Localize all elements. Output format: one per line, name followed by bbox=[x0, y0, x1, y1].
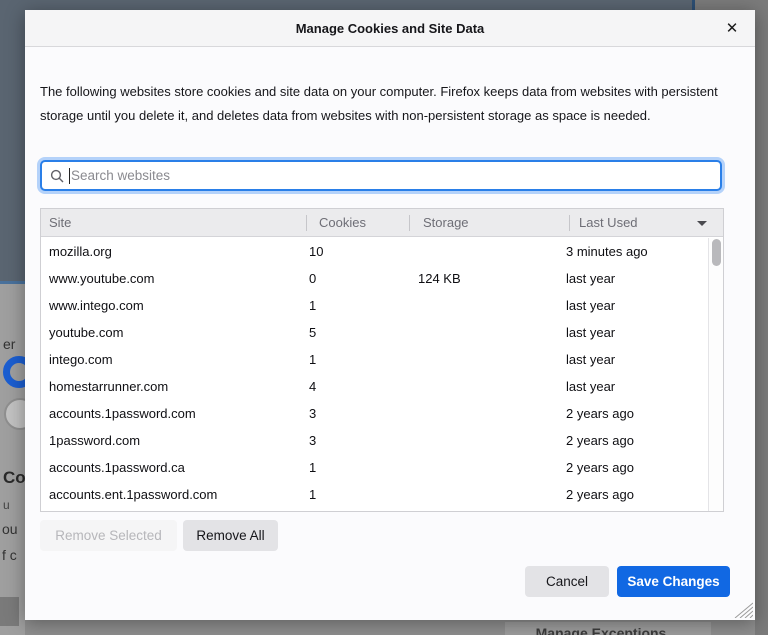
background-text-fragment: u bbox=[3, 498, 10, 512]
cell-site: www.intego.com bbox=[49, 298, 144, 313]
table-row[interactable]: accounts.ent.1password.com 1 2 years ago bbox=[41, 481, 708, 508]
column-header-storage[interactable]: Storage bbox=[423, 215, 469, 230]
site-data-table: Site Cookies Storage Last Used mozilla.o… bbox=[40, 208, 724, 512]
table-row[interactable]: youtube.com 5 last year bbox=[41, 319, 708, 346]
scrollbar-thumb[interactable] bbox=[712, 239, 721, 266]
cell-last-used: last year bbox=[566, 352, 615, 367]
cell-site: www.youtube.com bbox=[49, 271, 155, 286]
background-top-strip-right bbox=[695, 0, 768, 10]
close-icon[interactable]: ✕ bbox=[721, 18, 743, 40]
table-row[interactable]: 1password.com 3 2 years ago bbox=[41, 427, 708, 454]
cell-site: intego.com bbox=[49, 352, 113, 367]
remove-all-button[interactable]: Remove All bbox=[183, 520, 278, 551]
cell-site: mozilla.org bbox=[49, 244, 112, 259]
background-button-fragment bbox=[0, 597, 19, 626]
cell-cookies: 1 bbox=[309, 352, 316, 367]
cell-last-used: 2 years ago bbox=[566, 406, 634, 421]
table-row[interactable]: homestarrunner.com 4 last year bbox=[41, 373, 708, 400]
table-body: mozilla.org 10 3 minutes ago www.youtube… bbox=[41, 238, 708, 511]
cell-cookies: 0 bbox=[309, 271, 316, 286]
dialog-description: The following websites store cookies and… bbox=[40, 80, 748, 128]
cell-cookies: 5 bbox=[309, 325, 316, 340]
background-text-fragment: er bbox=[3, 336, 15, 352]
resize-grip-icon[interactable] bbox=[731, 600, 753, 618]
cell-site: accounts.1password.com bbox=[49, 406, 196, 421]
cell-cookies: 1 bbox=[309, 460, 316, 475]
background-text-fragment: f c bbox=[2, 547, 17, 563]
background-sidebar-fragment bbox=[0, 10, 25, 281]
cell-last-used: last year bbox=[566, 379, 615, 394]
background-toggle-fragment bbox=[4, 398, 25, 430]
column-header-cookies[interactable]: Cookies bbox=[319, 215, 366, 230]
table-row[interactable]: intego.com 1 last year bbox=[41, 346, 708, 373]
background-logo-ring-fragment bbox=[3, 356, 25, 388]
remove-selected-button[interactable]: Remove Selected bbox=[40, 520, 177, 551]
cell-site: accounts.ent.1password.com bbox=[49, 487, 217, 502]
cell-cookies: 1 bbox=[309, 298, 316, 313]
manage-exceptions-button-fragment: Manage Exceptions… bbox=[505, 622, 711, 635]
table-scrollbar[interactable] bbox=[708, 238, 723, 511]
text-caret bbox=[69, 168, 70, 184]
cell-last-used: 3 minutes ago bbox=[566, 244, 648, 259]
cell-site: accounts.1password.ca bbox=[49, 460, 185, 475]
background-left-strip: er Co u ou f c bbox=[0, 10, 25, 635]
cell-cookies: 4 bbox=[309, 379, 316, 394]
cell-site: homestarrunner.com bbox=[49, 379, 168, 394]
table-row[interactable]: www.intego.com 1 last year bbox=[41, 292, 708, 319]
cell-cookies: 3 bbox=[309, 406, 316, 421]
cell-last-used: 2 years ago bbox=[566, 487, 634, 502]
background-top-strip bbox=[0, 0, 692, 10]
background-right-strip bbox=[755, 10, 768, 635]
save-changes-button[interactable]: Save Changes bbox=[617, 566, 730, 597]
column-divider bbox=[409, 215, 410, 231]
table-row[interactable]: mozilla.org 10 3 minutes ago bbox=[41, 238, 708, 265]
cell-cookies: 1 bbox=[309, 487, 316, 502]
cell-last-used: last year bbox=[566, 298, 615, 313]
column-divider bbox=[306, 215, 307, 231]
search-icon bbox=[50, 169, 64, 183]
dialog-titlebar: Manage Cookies and Site Data ✕ bbox=[25, 10, 755, 47]
table-row[interactable]: accounts.1password.ca 1 2 years ago bbox=[41, 454, 708, 481]
table-header: Site Cookies Storage Last Used bbox=[41, 209, 723, 237]
column-header-site[interactable]: Site bbox=[49, 215, 71, 230]
cell-last-used: last year bbox=[566, 271, 615, 286]
cell-last-used: 2 years ago bbox=[566, 460, 634, 475]
cell-site: youtube.com bbox=[49, 325, 123, 340]
cell-cookies: 10 bbox=[309, 244, 323, 259]
manage-cookies-dialog: Manage Cookies and Site Data ✕ The follo… bbox=[25, 10, 755, 620]
background-blue-line-fragment bbox=[0, 281, 25, 284]
background-text-fragment: Co bbox=[3, 468, 25, 488]
cell-cookies: 3 bbox=[309, 433, 316, 448]
sort-descending-icon bbox=[697, 221, 707, 226]
search-input[interactable]: Search websites bbox=[40, 160, 722, 191]
dialog-title: Manage Cookies and Site Data bbox=[296, 21, 485, 36]
column-divider bbox=[569, 215, 570, 231]
column-header-last-used[interactable]: Last Used bbox=[579, 215, 638, 230]
cell-storage: 124 KB bbox=[418, 271, 461, 286]
table-row[interactable]: accounts.1password.com 3 2 years ago bbox=[41, 400, 708, 427]
search-placeholder: Search websites bbox=[71, 168, 170, 183]
table-row[interactable]: www.youtube.com 0 124 KB last year bbox=[41, 265, 708, 292]
cancel-button[interactable]: Cancel bbox=[525, 566, 609, 597]
cell-last-used: last year bbox=[566, 325, 615, 340]
background-text-fragment: ou bbox=[2, 521, 18, 537]
cell-site: 1password.com bbox=[49, 433, 140, 448]
cell-last-used: 2 years ago bbox=[566, 433, 634, 448]
background-bottom-strip: Manage Exceptions… bbox=[25, 620, 755, 635]
